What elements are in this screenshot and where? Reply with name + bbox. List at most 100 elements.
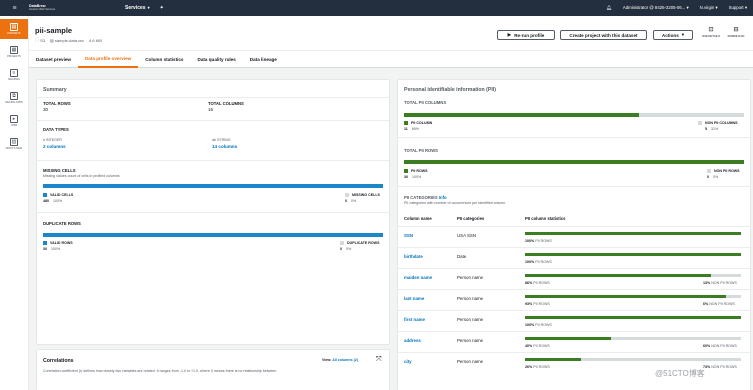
legend-swatch: [404, 121, 408, 126]
non-pii-rows-value: 0: [707, 175, 709, 179]
page-title: pii-sample: [35, 26, 73, 35]
string-columns-link[interactable]: 14 columns: [212, 144, 237, 149]
non-pii-columns-label: NON PII COLUMNS: [705, 121, 738, 125]
missing-cells-value: 0: [345, 199, 347, 203]
valid-rows-fill: [43, 233, 383, 237]
duplicate-rows-pct: 0%: [346, 247, 352, 251]
create-project-button[interactable]: Create project with this dataset: [560, 30, 647, 40]
support-label: Support: [728, 5, 744, 10]
pii-column-name-link[interactable]: SSN: [404, 233, 413, 238]
pii-categories-desc: PII categories with number of occurrence…: [404, 201, 507, 205]
nav-recipe-jobs[interactable]: ⧉ RECIPE-JOBS: [0, 88, 28, 108]
integer-columns-link[interactable]: 2 columns: [43, 144, 66, 149]
bell-icon[interactable]: 🔔︎: [606, 5, 611, 11]
nav-datasets[interactable]: ▤ DATASETS: [0, 19, 28, 39]
pii-column-pct: 69%: [411, 127, 420, 131]
duplicate-rows-value: 0: [340, 247, 342, 251]
services-menu[interactable]: Services ▾: [125, 5, 150, 11]
pii-row-stat: 100% PII ROWS: [525, 323, 552, 327]
total-columns-label: TOTAL COLUMNS: [208, 101, 244, 106]
legend-swatch: [43, 241, 47, 246]
non-pii-row-pct: 6%: [703, 302, 709, 306]
org-logo[interactable]: DataBrew Amazon Web Services: [29, 3, 75, 13]
tab-dataset-preview[interactable]: Dataset preview: [29, 51, 78, 68]
summary-panel: Summary TOTAL ROWS 30 TOTAL COLUMNS 16 D…: [37, 80, 389, 344]
pii-row-label: PII ROWS: [533, 302, 550, 306]
valid-cells-legend: VALID CELLS: [43, 193, 74, 198]
pii-row-bar: [525, 295, 741, 298]
pii-row-stat: 100% PII ROWS: [525, 239, 552, 243]
legend-swatch: [404, 169, 408, 174]
info-link[interactable]: Info: [439, 195, 447, 200]
tab-data-lineage[interactable]: Data lineage: [243, 51, 284, 68]
tab-column-statistics[interactable]: Column statistics: [138, 51, 190, 68]
tab-data-quality-rules[interactable]: Data quality rules: [191, 51, 243, 68]
legend-swatch: [345, 193, 349, 198]
pii-row-fill: [525, 274, 711, 277]
region-menu[interactable]: N.virgin ▾: [700, 5, 718, 11]
valid-rows-pct: 100%: [51, 247, 61, 251]
nav-label: RECIPES: [8, 78, 20, 81]
account-menu[interactable]: Administrator @ 8426-3205-06... ▾: [623, 5, 689, 11]
divider: [37, 97, 389, 98]
job-details-button[interactable]: ⊡ JOB DETAILS: [701, 27, 721, 38]
pii-column-name-link[interactable]: birthdate: [404, 254, 423, 259]
nav-recipes[interactable]: ≡ RECIPES: [0, 65, 28, 85]
actions-button[interactable]: Actions ▾: [653, 30, 693, 40]
pii-column-statistics-header: PII column statistics: [525, 216, 566, 221]
profile-tabs: Dataset preview Data profile overview Co…: [29, 50, 753, 68]
non-pii-columns-legend: NON PII COLUMNS: [698, 121, 738, 126]
pii-column-name-link[interactable]: city: [404, 359, 412, 364]
view-columns-link[interactable]: All columns (2): [332, 358, 358, 362]
pii-columns-bar: [404, 113, 744, 117]
hamburger-menu-icon[interactable]: ≡: [0, 5, 29, 12]
pii-row-fill: [525, 358, 582, 361]
valid-cells-label: VALID CELLS: [50, 193, 74, 197]
integer-label: # INTEGER: [43, 138, 62, 142]
non-pii-rows-stat: 0 0%: [707, 175, 718, 179]
job-details-icon: ⊡: [708, 27, 714, 33]
pin-icon[interactable]: ✦: [160, 5, 164, 11]
non-pii-row-pct: 60%: [703, 344, 711, 348]
tab-data-profile-overview[interactable]: Data profile overview: [77, 51, 139, 68]
pii-row-pct: 86%: [525, 281, 533, 285]
valid-rows-label: VALID ROWS: [50, 241, 73, 245]
valid-cells-stat: 480 100%: [43, 199, 62, 203]
support-menu[interactable]: Support ▾: [729, 5, 747, 11]
non-pii-columns-stat: 5 31%: [705, 127, 718, 131]
download-button[interactable]: ⊟ DOWNLOAD: [726, 27, 746, 38]
expand-icon[interactable]: ⤧: [376, 356, 382, 364]
pii-column-stat: 11 69%: [404, 127, 419, 131]
pii-categories-text: PII CATEGORIES: [404, 195, 438, 200]
pii-row-pct: 93%: [525, 302, 533, 306]
legend-swatch: [43, 193, 47, 198]
divider: [398, 186, 750, 187]
pii-column-name-link[interactable]: first name: [404, 317, 425, 322]
pii-row-fill: [525, 232, 741, 235]
pii-row-pct: 100%: [525, 260, 535, 264]
table-row: first name Person name 100% PII ROWS: [398, 310, 750, 331]
pii-column-name-link[interactable]: maiden name: [404, 275, 432, 280]
watermark: @51CTO博客: [655, 369, 705, 378]
legend-swatch: [698, 121, 702, 126]
view-label: View:: [322, 358, 332, 362]
pii-column-label: PII COLUMN: [411, 121, 433, 125]
table-row: birthdate Date 100% PII ROWS: [398, 247, 750, 268]
pii-row-stat: 93% PII ROWS: [525, 302, 550, 306]
nav-whats-new[interactable]: ▥ WHAT'S NEW: [0, 134, 28, 154]
divider: [37, 160, 389, 161]
nav-projects[interactable]: ▦ PROJECTS: [0, 42, 28, 62]
rerun-profile-button[interactable]: ▶ Re-run profile: [497, 30, 555, 40]
dataset-header: pii-sample 🗀 S3 ▤ sample-data.csv 4.6 Ki…: [29, 16, 753, 50]
pii-column-name-link[interactable]: last name: [404, 296, 424, 301]
missing-cells-label: MISSING CELLS: [43, 168, 76, 173]
non-pii-columns-pct: 31%: [711, 127, 719, 131]
region-label: N.virgin: [699, 5, 715, 10]
pii-column-name-link[interactable]: address: [404, 338, 421, 343]
pii-row-pct: 100%: [525, 239, 535, 243]
pii-row-stat: 86% PII ROWS: [525, 281, 550, 285]
nav-jobs[interactable]: ▸ JOBS: [0, 111, 28, 131]
download-label: DOWNLOAD: [727, 34, 745, 38]
pii-row-fill: [525, 253, 741, 256]
pii-row-fill: [525, 316, 741, 319]
